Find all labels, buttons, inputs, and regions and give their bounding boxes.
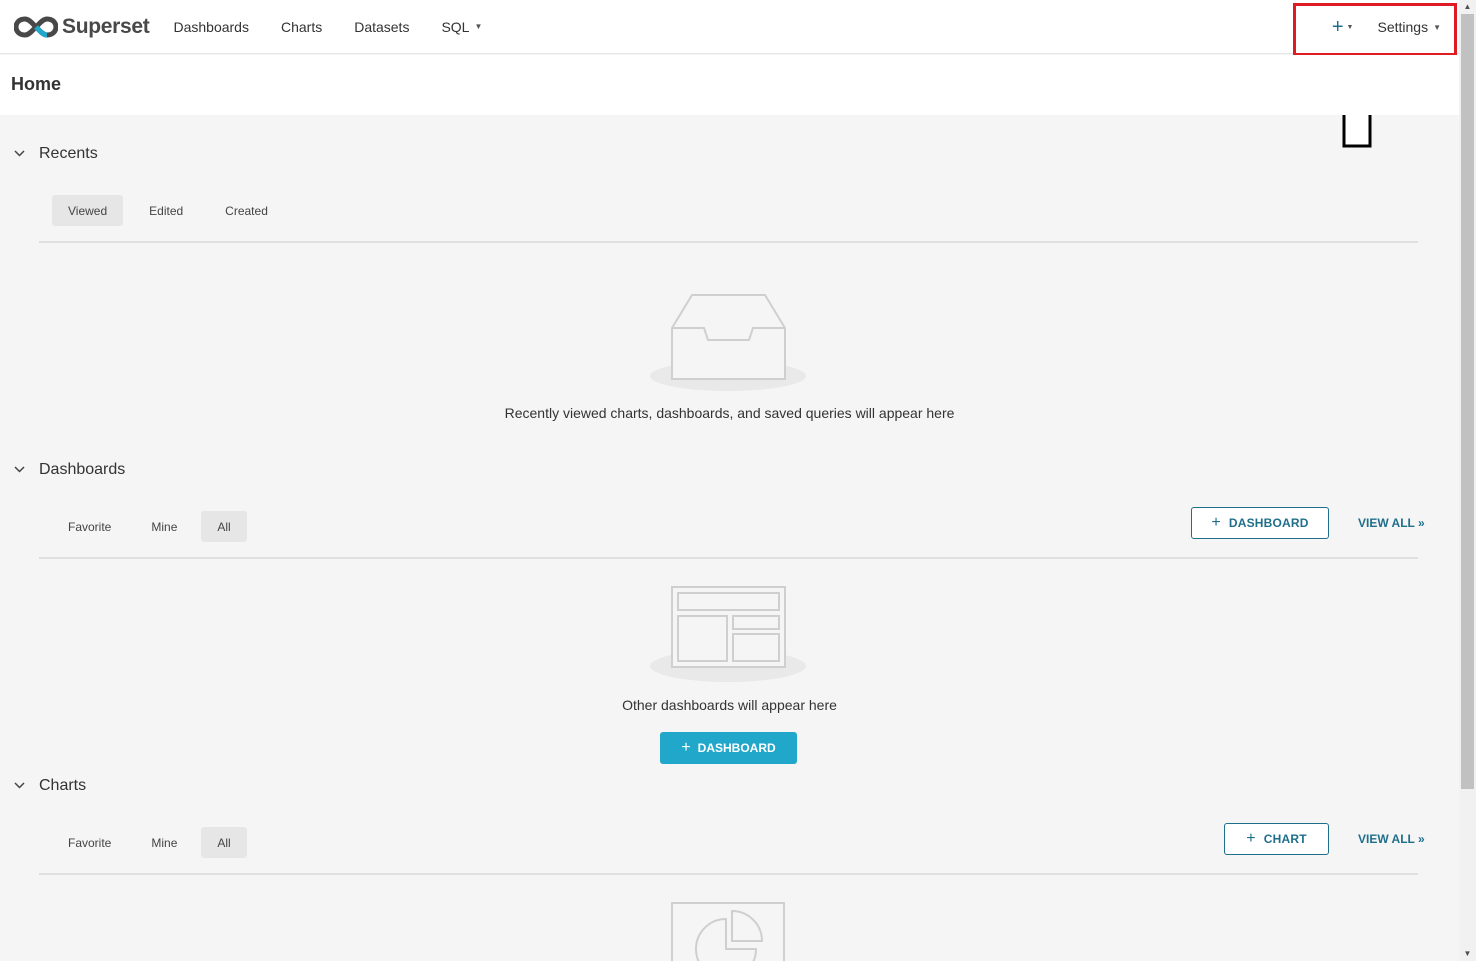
dashboards-title: Dashboards	[39, 461, 126, 478]
add-chart-label: CHART	[1263, 832, 1307, 846]
charts-title: Charts	[39, 777, 87, 794]
add-dashboard-label: DASHBOARD	[1228, 516, 1309, 530]
nav-datasets[interactable]: Datasets	[338, 19, 425, 35]
page-scrollbar[interactable]: ▲ ▼	[1459, 0, 1476, 961]
scroll-up-arrow-icon[interactable]: ▲	[1459, 0, 1476, 14]
brand-logo[interactable]: Superset	[14, 14, 150, 39]
chevron-down-icon	[14, 148, 25, 160]
nav-charts[interactable]: Charts	[265, 19, 338, 35]
recents-tabs: Viewed Edited Created	[52, 195, 284, 226]
recents-divider	[39, 241, 1418, 243]
scroll-thumb[interactable]	[1461, 14, 1474, 789]
plus-icon: +	[1246, 830, 1256, 847]
empty-inbox-icon	[650, 294, 806, 391]
dashboards-divider	[39, 557, 1418, 559]
page-title: Home	[11, 74, 62, 94]
empty-dashboard-icon	[650, 586, 806, 682]
tab-favorite[interactable]: Favorite	[52, 511, 127, 542]
create-dashboard-label: DASHBOARD	[697, 741, 776, 755]
tab-all[interactable]: All	[201, 511, 247, 542]
recents-section-toggle[interactable]: Recents	[14, 145, 98, 163]
annotation-highlight-box	[1293, 3, 1457, 56]
dashboards-tabs: Favorite Mine All	[52, 511, 247, 542]
charts-section-toggle[interactable]: Charts	[14, 777, 86, 795]
charts-tabs: Favorite Mine All	[52, 827, 247, 858]
dashboards-view-all-link[interactable]: VIEW ALL »	[1358, 516, 1425, 530]
charts-view-all-link[interactable]: VIEW ALL »	[1358, 832, 1425, 846]
scroll-down-arrow-icon[interactable]: ▼	[1459, 947, 1476, 961]
nav-dashboards[interactable]: Dashboards	[157, 19, 265, 35]
tab-viewed[interactable]: Viewed	[52, 195, 124, 226]
tab-all[interactable]: All	[201, 827, 247, 858]
dashboards-section-toggle[interactable]: Dashboards	[14, 461, 125, 479]
nav-sql-menu[interactable]: SQL ▼	[425, 19, 498, 35]
add-dashboard-button[interactable]: + DASHBOARD	[1191, 507, 1329, 539]
top-navbar: Superset Dashboards Charts Datasets SQL …	[0, 0, 1459, 54]
tab-mine[interactable]: Mine	[135, 827, 193, 858]
chevron-down-icon	[14, 780, 25, 792]
page-header: Home	[0, 55, 1459, 115]
tab-edited[interactable]: Edited	[133, 195, 199, 226]
chevron-down-icon	[14, 464, 25, 476]
nav-sql-label: SQL	[441, 18, 470, 35]
tab-favorite[interactable]: Favorite	[52, 827, 127, 858]
empty-chart-icon	[671, 902, 785, 961]
dashboards-empty-text: Other dashboards will appear here	[622, 697, 837, 713]
superset-logo-icon	[14, 15, 58, 38]
tab-mine[interactable]: Mine	[135, 511, 193, 542]
caret-down-icon: ▼	[474, 22, 483, 31]
tab-created[interactable]: Created	[209, 195, 284, 226]
recents-empty-text: Recently viewed charts, dashboards, and …	[504, 405, 955, 421]
charts-divider	[39, 873, 1418, 875]
recents-title: Recents	[39, 145, 98, 162]
brand-name: Superset	[62, 14, 150, 38]
create-dashboard-button[interactable]: + DASHBOARD	[660, 732, 797, 764]
plus-icon: +	[681, 739, 691, 756]
add-chart-button[interactable]: + CHART	[1224, 823, 1329, 855]
plus-icon: +	[1211, 514, 1221, 531]
main-nav: Dashboards Charts Datasets SQL ▼	[157, 19, 498, 35]
